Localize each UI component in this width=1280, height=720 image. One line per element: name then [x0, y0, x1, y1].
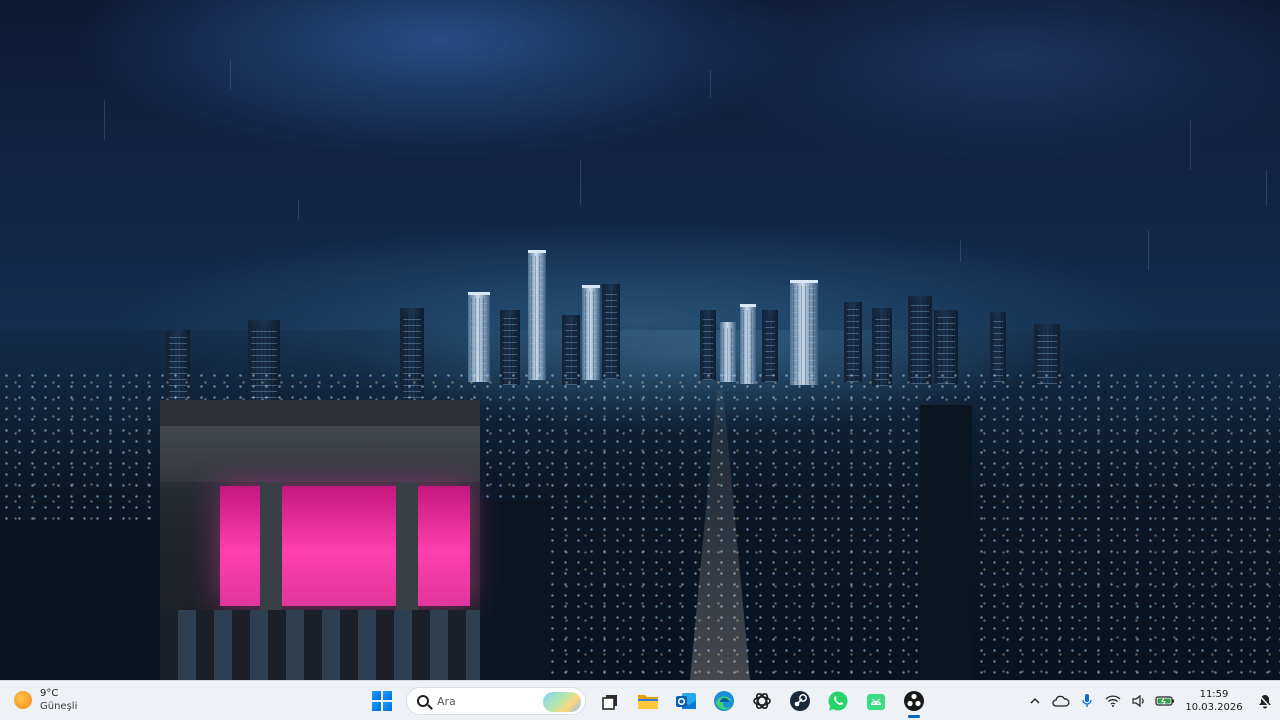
weather-widget[interactable]: 9°C Güneşli: [14, 687, 77, 713]
rain-streak: [960, 240, 961, 262]
foreground-buildings: [0, 520, 160, 680]
notifications-button[interactable]: [1250, 681, 1280, 720]
rain-streak: [1190, 120, 1191, 170]
onedrive-button[interactable]: [1048, 681, 1074, 720]
battery-button[interactable]: [1152, 681, 1178, 720]
battery-icon: [1155, 696, 1174, 706]
chatgpt-button[interactable]: [748, 687, 776, 715]
obs-button[interactable]: [900, 687, 928, 718]
task-view-icon: [602, 695, 617, 710]
rain-streak: [104, 100, 105, 140]
speaker-icon: [1132, 694, 1144, 708]
notification-bell-icon: [1258, 693, 1272, 709]
skyscraper: [582, 285, 600, 380]
file-explorer-button[interactable]: [634, 687, 662, 715]
rain-streak: [580, 160, 581, 205]
rooftop-top: [160, 400, 480, 426]
steam-icon: [790, 691, 810, 711]
search-icon: [417, 695, 429, 707]
microphone-button[interactable]: [1074, 681, 1100, 720]
edge-icon: [714, 691, 734, 711]
active-app-indicator: [908, 715, 920, 718]
whatsapp-button[interactable]: [824, 687, 852, 715]
building-pillar: [260, 482, 282, 612]
foreground-tower: [920, 405, 972, 680]
foreground-tower: [480, 500, 550, 680]
folder-icon: [638, 695, 658, 709]
rain-streak: [710, 70, 711, 98]
obs-icon: [904, 691, 924, 711]
android-studio-button[interactable]: [862, 687, 890, 715]
rain-streak: [230, 60, 231, 90]
edge-button[interactable]: [710, 687, 738, 715]
search-box[interactable]: Ara: [406, 687, 586, 715]
weather-temperature: 9°C: [40, 688, 59, 699]
building-pillar: [396, 482, 418, 612]
taskbar-apps: Ara: [368, 685, 928, 718]
skyscraper: [468, 292, 490, 382]
taskbar: 9°C Güneşli Ara 11:59 10.03.2026: [0, 680, 1280, 720]
clock-time: 11:59: [1199, 689, 1229, 700]
desktop-wallpaper: [0, 0, 1280, 680]
search-highlight-icon: [543, 692, 581, 712]
rain-streak: [1266, 170, 1267, 206]
show-hidden-icons-button[interactable]: [1022, 681, 1048, 720]
microphone-icon: [1082, 694, 1092, 707]
skyscraper: [528, 250, 546, 380]
clock[interactable]: 11:59 10.03.2026: [1182, 688, 1246, 714]
wifi-button[interactable]: [1100, 681, 1126, 720]
android-icon: [867, 694, 885, 710]
sun-icon: [14, 691, 32, 709]
start-button[interactable]: [368, 687, 396, 715]
building-lower-floors: [160, 610, 480, 680]
cloud-icon: [1052, 695, 1070, 707]
windows-logo-icon: [372, 691, 392, 711]
steam-button[interactable]: [786, 687, 814, 715]
outlook-button[interactable]: [672, 687, 700, 715]
search-placeholder: Ara: [437, 694, 456, 708]
weather-condition: Güneşli: [40, 701, 78, 712]
system-tray: 11:59 10.03.2026: [1022, 681, 1280, 720]
whatsapp-icon: [828, 691, 848, 711]
skyscraper: [602, 284, 620, 379]
neon-pink-room: [220, 486, 470, 606]
task-view-button[interactable]: [596, 687, 624, 715]
outlook-icon: [676, 693, 696, 709]
chatgpt-icon: [753, 692, 771, 710]
clock-date: 10.03.2026: [1185, 702, 1243, 713]
rooftop-building: [160, 400, 480, 680]
chevron-up-icon: [1030, 698, 1040, 704]
wifi-icon: [1105, 695, 1121, 707]
rain-streak: [298, 200, 299, 220]
rain-streak: [1148, 230, 1149, 270]
volume-button[interactable]: [1126, 681, 1152, 720]
